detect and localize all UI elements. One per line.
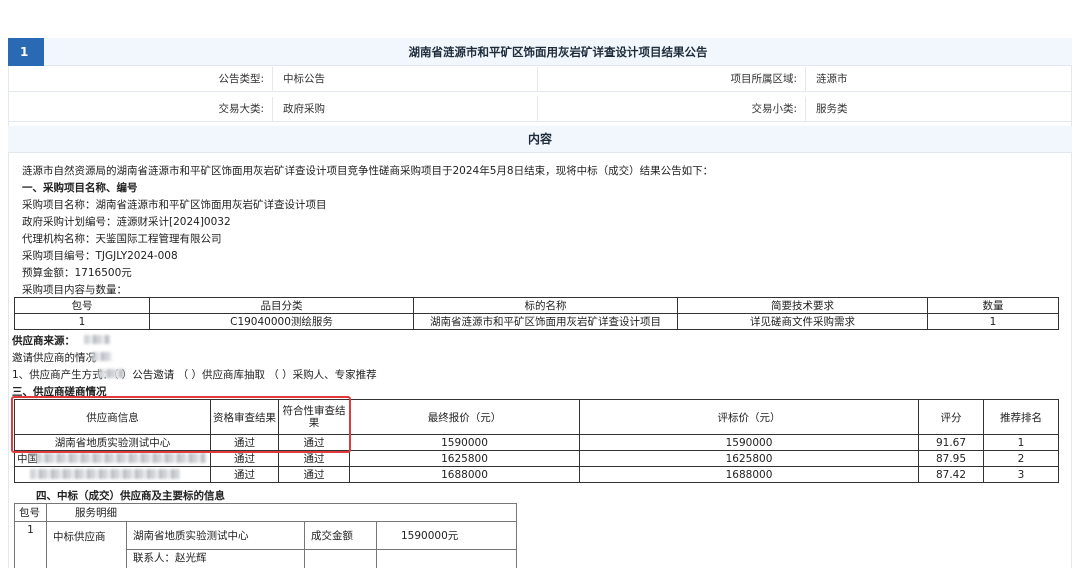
region-value: 涟源市 (816, 73, 848, 85)
notice-title[interactable]: 湖南省涟源市和平矿区饰面用灰岩矿详查设计项目结果公告 (44, 38, 1072, 66)
col-category: 品目分类 (149, 297, 414, 314)
award-table: 包号 服务明细 1 中标供应商 湖南省地质实验测试中心 成交金额 1590000… (14, 503, 517, 568)
table-row: 湖南省地质实验测试中心 通过 通过 1590000 1590000 91.67 … (14, 434, 1059, 451)
col-quantity: 数量 (927, 297, 1059, 314)
content-heading: 内容 (8, 126, 1072, 153)
cell-rank: 2 (983, 450, 1059, 467)
award-table-header: 包号 服务明细 (14, 503, 517, 522)
redacted-supplier-name (30, 469, 180, 479)
cell-qualification: 通过 (210, 450, 279, 467)
cell-subject: 湖南省涟源市和平矿区饰面用灰岩矿详查设计项目 (413, 313, 678, 330)
col-requirement: 简要技术要求 (677, 297, 928, 314)
section4-title: 四、中标（成交）供应商及主要标的信息 (36, 490, 225, 502)
cell-requirement: 详见磋商文件采购需求 (677, 313, 928, 330)
amount-label: 成交金额 (304, 521, 377, 550)
empty-cell (304, 549, 377, 568)
project-name: 采购项目名称：湖南省涟源市和平矿区饰面用灰岩矿详查设计项目 (22, 199, 327, 211)
cell-compliance: 通过 (278, 466, 350, 483)
intro-text: 涟源市自然资源局的湖南省涟源市和平矿区饰面用灰岩矿详查设计项目竞争性磋商采购项目… (22, 165, 714, 177)
items-label: 采购项目内容与数量： (22, 284, 127, 296)
table-row: 1 C19040000测绘服务 湖南省涟源市和平矿区饰面用灰岩矿详查设计项目 详… (14, 313, 1059, 330)
items-table-header: 包号 品目分类 标的名称 简要技术要求 数量 (14, 297, 1059, 314)
cell-eval-price: 1688000 (579, 466, 919, 483)
col-rank: 推荐排名 (983, 399, 1059, 435)
cell-qualification: 通过 (210, 434, 279, 451)
col-qualification: 资格审查结果 (210, 399, 279, 435)
meta-row-2: 交易大类: 政府采购 交易小类: 服务类 (8, 97, 1072, 122)
cell-score: 87.95 (918, 450, 984, 467)
cell-final-quote: 1625800 (349, 450, 580, 467)
cell-compliance: 通过 (278, 450, 350, 467)
cell-eval-price: 1590000 (579, 434, 919, 451)
winner-label: 中标供应商 (46, 521, 127, 568)
cell-rank: 3 (983, 466, 1059, 483)
cell-qualification: 通过 (210, 466, 279, 483)
category-value: 政府采购 (273, 97, 538, 122)
items-table: 包号 品目分类 标的名称 简要技术要求 数量 1 C19040000测绘服务 湖… (14, 297, 1059, 330)
announce-type-label: 公告类型: (8, 67, 273, 92)
meta-row-1: 公告类型: 中标公告 项目所属区域: 涟源市 (8, 67, 1072, 92)
invite-text: 邀请供应商的情况 (12, 352, 96, 364)
cell-package: 1 (14, 521, 47, 568)
col-package: 包号 (14, 297, 150, 314)
subcategory-label: 交易小类: (538, 97, 806, 122)
amount-value: 1590000元 (376, 521, 517, 550)
cell-score: 91.67 (918, 434, 984, 451)
agency-name: 代理机构名称：天鉴国际工程管理有限公司 (22, 233, 222, 245)
col-supplier: 供应商信息 (14, 399, 211, 435)
section3-title: 三、供应商磋商情况 (12, 386, 107, 398)
col-score: 评分 (918, 399, 984, 435)
category-label: 交易大类: (8, 97, 273, 122)
item-index-badge: 1 (8, 38, 44, 66)
cell-compliance: 通过 (278, 434, 350, 451)
source-title: 供应商来源： (12, 335, 75, 347)
project-number: 采购项目编号：TJGJLY2024-008 (22, 250, 178, 262)
section1-title: 一、采购项目名称、编号 (22, 182, 138, 194)
col-subject: 标的名称 (413, 297, 678, 314)
cell-score: 87.42 (918, 466, 984, 483)
subcategory-value: 服务类 (816, 103, 848, 115)
budget-amount: 预算金额：1716500元 (22, 267, 132, 279)
cell-quantity: 1 (927, 313, 1059, 330)
cell-final-quote: 1688000 (349, 466, 580, 483)
col-compliance: 符合性审查结果 (278, 399, 350, 435)
cell-rank: 1 (983, 434, 1059, 451)
col-eval-price: 评标价（元） (579, 399, 919, 435)
cell-supplier: 湖南省地质实验测试中心 (14, 434, 211, 451)
redacted-mark (84, 335, 110, 344)
contact-person: 联系人：赵光辉 (126, 549, 305, 568)
cell-package: 1 (14, 313, 150, 330)
col-final-quote: 最终报价（元） (349, 399, 580, 435)
announce-type-value: 中标公告 (273, 67, 538, 92)
redacted-supplier-name (36, 453, 206, 463)
cell-category: C19040000测绘服务 (149, 313, 414, 330)
plan-number: 政府采购计划编号：涟源财采计[2024]0032 (22, 216, 231, 228)
col-package: 包号 (14, 503, 47, 522)
table-row: 1 中标供应商 湖南省地质实验测试中心 成交金额 1590000元 (14, 521, 517, 568)
empty-cell (376, 549, 517, 568)
redacted-mark (98, 369, 124, 378)
cell-eval-price: 1625800 (579, 450, 919, 467)
evaluation-table-header: 供应商信息 资格审查结果 符合性审查结果 最终报价（元） 评标价（元） 评分 推… (14, 399, 1059, 435)
winner-name: 湖南省地质实验测试中心 (126, 521, 305, 550)
method-text: 1、供应商产生方式：（ ）公告邀请 （ ）供应商库抽取 （ ）采购人、专家推荐 (12, 369, 377, 381)
redacted-mark (92, 352, 112, 361)
cell-final-quote: 1590000 (349, 434, 580, 451)
col-service-detail: 服务明细 (46, 503, 517, 522)
region-label: 项目所属区域: (538, 67, 806, 92)
